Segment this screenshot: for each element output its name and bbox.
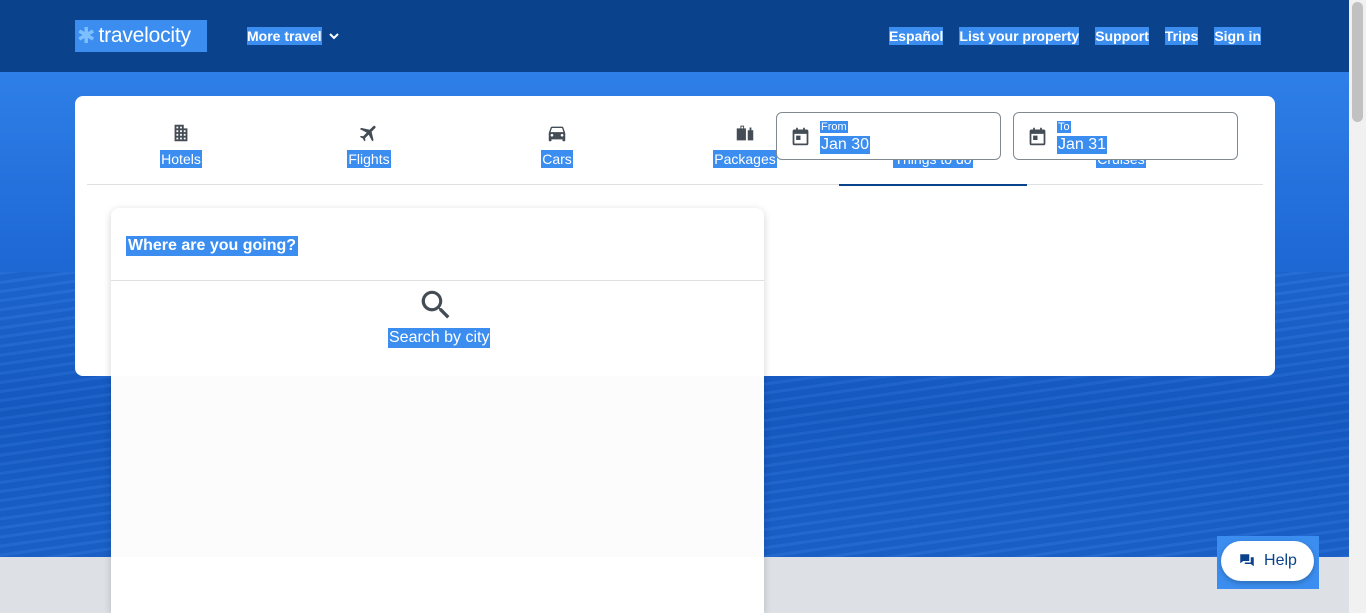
- nav-espanol[interactable]: Español: [888, 27, 944, 45]
- search-by-city-hint: Search by city: [388, 328, 491, 348]
- chevron-down-icon: [328, 33, 339, 40]
- more-travel-menu[interactable]: More travel: [247, 27, 340, 45]
- more-travel-label: More travel: [247, 27, 322, 45]
- building-icon: [174, 124, 188, 142]
- chat-icon: [1240, 554, 1254, 567]
- tab-hotels[interactable]: Hotels: [87, 96, 275, 185]
- date-to-label: To: [1057, 121, 1071, 133]
- logo-text: travelocity: [98, 24, 191, 47]
- date-to-value: Jan 31: [1057, 136, 1108, 154]
- date-to-field[interactable]: To Jan 31: [1013, 112, 1238, 160]
- dropdown-results-area: [111, 376, 764, 557]
- airplane-icon: [359, 125, 376, 142]
- luggage-icon: [736, 125, 754, 141]
- tab-flights[interactable]: Flights: [275, 96, 463, 185]
- header-nav: Español List your property Support Trips…: [888, 27, 1261, 45]
- nav-list-property[interactable]: List your property: [959, 27, 1080, 45]
- destination-input[interactable]: Where are you going?: [111, 208, 764, 281]
- search-icon: [421, 290, 450, 319]
- scrollbar-thumb[interactable]: [1352, 2, 1363, 122]
- help-button[interactable]: Help: [1221, 541, 1314, 581]
- page-scrollbar[interactable]: [1349, 0, 1366, 613]
- tab-cars-label: Cars: [541, 150, 573, 168]
- tab-hotels-label: Hotels: [160, 150, 202, 168]
- help-label: Help: [1264, 552, 1297, 569]
- destination-placeholder: Where are you going?: [126, 236, 299, 256]
- car-icon: [548, 126, 566, 142]
- logo-star-icon: ✱: [77, 23, 96, 48]
- date-from-label: From: [820, 121, 848, 133]
- tab-cars[interactable]: Cars: [463, 96, 651, 185]
- destination-dropdown: Where are you going? Search by city: [111, 208, 764, 613]
- nav-sign-in[interactable]: Sign in: [1214, 27, 1261, 45]
- tab-packages-label: Packages: [713, 150, 777, 168]
- nav-support[interactable]: Support: [1095, 27, 1149, 45]
- date-from-field[interactable]: From Jan 30: [776, 112, 1001, 160]
- calendar-icon: [1029, 127, 1046, 146]
- nav-trips[interactable]: Trips: [1164, 27, 1199, 45]
- tab-flights-label: Flights: [347, 150, 391, 168]
- site-header: ✱ travelocity More travel Español List y…: [0, 0, 1349, 72]
- date-from-value: Jan 30: [820, 136, 871, 154]
- calendar-icon: [792, 127, 809, 146]
- travelocity-logo[interactable]: ✱ travelocity: [75, 20, 207, 52]
